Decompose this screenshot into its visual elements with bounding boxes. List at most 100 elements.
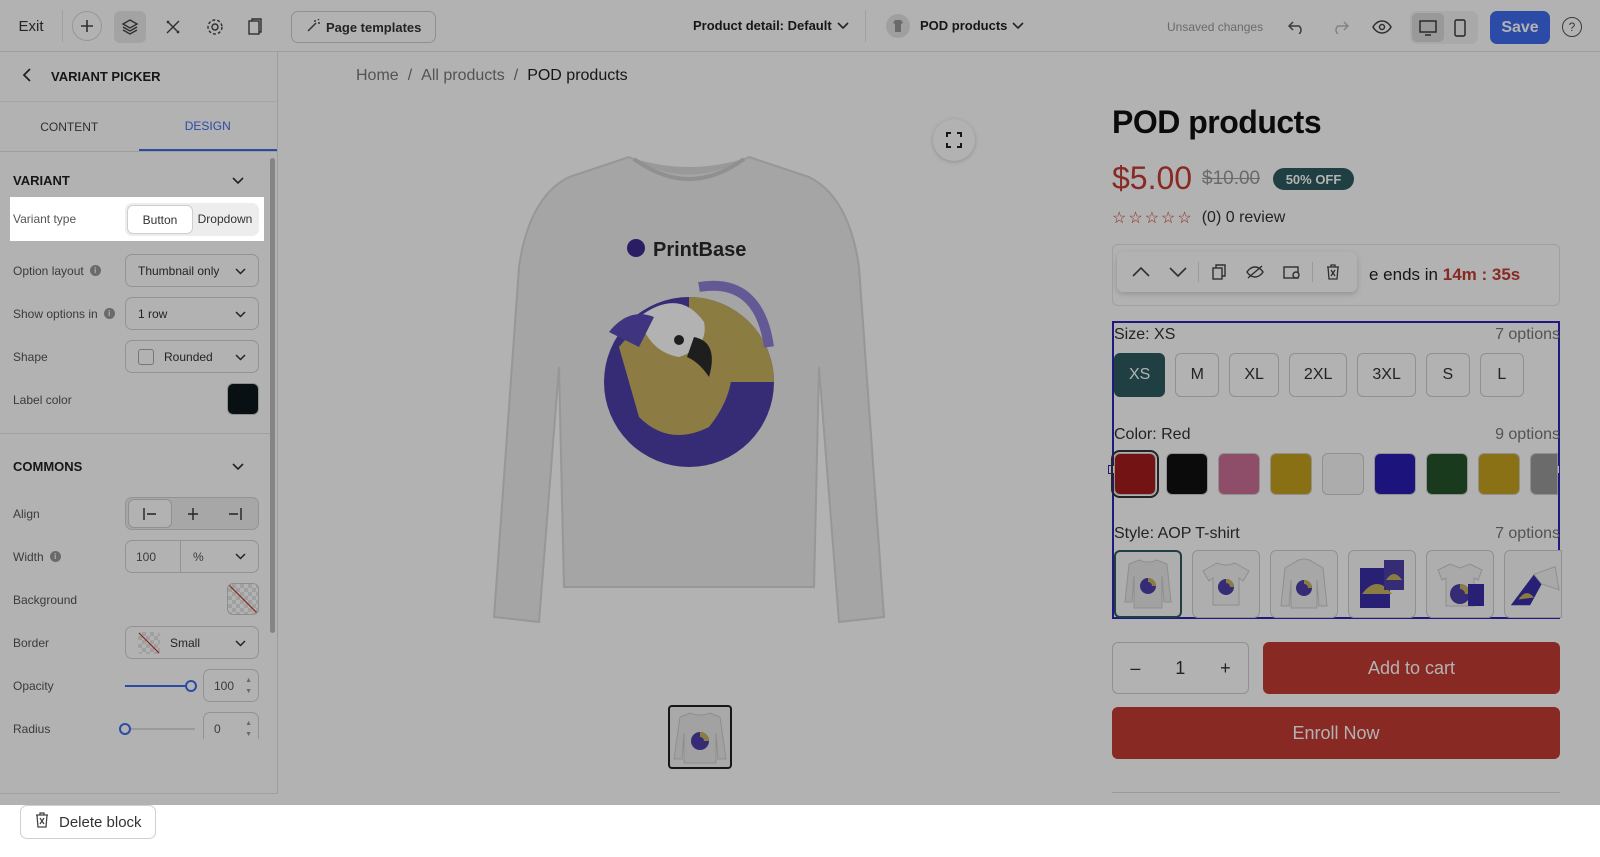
color-swatch[interactable]: [1270, 453, 1312, 495]
style-option-header: Style: AOP T-shirt 7 options: [1114, 525, 1560, 543]
enroll-now-button[interactable]: Enroll Now: [1112, 707, 1560, 759]
radius-input[interactable]: 0 ▲ ▼: [203, 712, 259, 739]
breadcrumb-all-products[interactable]: All products: [421, 67, 505, 85]
style-thumbnail[interactable]: [1504, 550, 1562, 618]
delete-icon[interactable]: [1317, 257, 1349, 287]
breadcrumb-home[interactable]: Home: [356, 67, 399, 85]
option-layout-select[interactable]: Thumbnail only: [125, 254, 259, 287]
size-option[interactable]: 2XL: [1288, 353, 1348, 397]
quantity-stepper[interactable]: – 1 +: [1112, 642, 1249, 694]
color-swatch[interactable]: [1374, 453, 1416, 495]
tab-design[interactable]: DESIGN: [138, 102, 277, 151]
show-options-select[interactable]: 1 row: [125, 297, 259, 330]
quantity-decrement-button[interactable]: –: [1130, 658, 1140, 679]
align-right-icon[interactable]: [214, 499, 256, 528]
background-color-swatch[interactable]: [227, 583, 259, 615]
page-preview-canvas: Home / All products / POD products Print…: [279, 52, 1600, 805]
stepper-arrows-icon[interactable]: ▲ ▼: [245, 675, 252, 697]
variant-type-button-option[interactable]: Button: [127, 205, 193, 234]
save-button[interactable]: Save: [1490, 11, 1550, 44]
opacity-slider-handle[interactable]: [185, 680, 197, 692]
style-thumbnail[interactable]: [1348, 550, 1416, 618]
color-swatch[interactable]: [1426, 453, 1468, 495]
style-thumbnail[interactable]: [1270, 550, 1338, 618]
style-thumbnail[interactable]: [1114, 550, 1182, 618]
quantity-value[interactable]: 1: [1175, 658, 1185, 679]
top-toolbar: Exit Page templates Product detail: Defa…: [0, 0, 1600, 52]
style-thumbnail[interactable]: [1426, 550, 1494, 618]
size-option[interactable]: L: [1479, 353, 1524, 397]
move-up-icon[interactable]: [1125, 257, 1157, 287]
product-thumbnail[interactable]: [668, 705, 732, 769]
layers-icon[interactable]: [114, 11, 146, 43]
pages-icon[interactable]: [239, 11, 271, 43]
align-left-icon[interactable]: [128, 499, 172, 528]
size-option[interactable]: XS: [1114, 353, 1166, 397]
opacity-input[interactable]: 100 ▲ ▼: [203, 669, 259, 702]
product-select-dropdown[interactable]: POD products: [920, 18, 1024, 33]
show-options-label: Show options in: [13, 306, 98, 321]
exit-button[interactable]: Exit: [10, 14, 52, 40]
style-thumbnail[interactable]: [1192, 550, 1260, 618]
color-swatch[interactable]: [1478, 453, 1520, 495]
radius-label: Radius: [13, 721, 51, 736]
radius-slider-track[interactable]: [125, 728, 195, 730]
size-option[interactable]: 3XL: [1357, 353, 1416, 397]
color-swatch[interactable]: [1530, 453, 1558, 495]
width-unit-select[interactable]: %: [181, 541, 258, 572]
color-swatch[interactable]: [1166, 453, 1208, 495]
size-option[interactable]: M: [1175, 353, 1220, 397]
preview-eye-icon[interactable]: [1368, 13, 1396, 41]
gear-icon[interactable]: [199, 11, 231, 43]
back-arrow-icon[interactable]: [22, 68, 31, 85]
hide-eye-icon[interactable]: [1239, 257, 1271, 287]
product-main-image[interactable]: PrintBase: [489, 147, 889, 687]
shape-select[interactable]: Rounded: [125, 340, 259, 373]
duplicate-icon[interactable]: [1203, 257, 1235, 287]
tools-icon[interactable]: [157, 11, 189, 43]
quantity-increment-button[interactable]: +: [1220, 658, 1231, 679]
page-select-dropdown[interactable]: Product detail: Default: [693, 18, 849, 33]
variant-type-dropdown-option[interactable]: Dropdown: [193, 205, 257, 234]
sidebar-footer: Delete block: [0, 793, 278, 857]
stepper-arrows-icon[interactable]: ▲ ▼: [245, 718, 252, 739]
page-templates-button[interactable]: Page templates: [291, 11, 436, 43]
commons-section-header[interactable]: COMMONS: [0, 440, 270, 492]
variant-picker-block[interactable]: Size: XS 7 options XS M XL 2XL 3XL S L C…: [1108, 321, 1562, 619]
redo-icon[interactable]: [1326, 13, 1354, 41]
width-value[interactable]: 100: [126, 541, 181, 572]
chevron-down-icon: [232, 173, 244, 188]
fullscreen-icon[interactable]: [933, 119, 975, 161]
color-swatch[interactable]: [1111, 450, 1159, 498]
size-option[interactable]: S: [1425, 353, 1470, 397]
color-swatch[interactable]: [1218, 453, 1260, 495]
align-center-icon[interactable]: [172, 499, 214, 528]
delete-block-button[interactable]: Delete block: [20, 805, 156, 839]
desktop-icon[interactable]: [1412, 13, 1444, 42]
move-down-icon[interactable]: [1161, 257, 1193, 287]
shape-row: Shape Rounded: [0, 335, 270, 378]
undo-icon[interactable]: [1283, 13, 1311, 41]
add-icon[interactable]: [72, 11, 102, 41]
sidebar-scrollbar[interactable]: [270, 158, 275, 633]
save-as-template-icon[interactable]: [1275, 257, 1307, 287]
label-color-swatch[interactable]: [227, 383, 259, 415]
option-layout-label: Option layout: [13, 263, 84, 278]
radius-slider-handle[interactable]: [119, 723, 131, 735]
magic-wand-icon: [306, 18, 320, 36]
align-row: Align: [0, 492, 270, 535]
variant-type-highlight: Variant type Button Dropdown: [10, 197, 264, 241]
border-select[interactable]: Small: [125, 626, 259, 659]
color-swatch[interactable]: [1322, 453, 1364, 495]
page-templates-label: Page templates: [326, 19, 422, 35]
add-to-cart-button[interactable]: Add to cart: [1263, 642, 1560, 694]
rating[interactable]: ☆ ☆ ☆ ☆ ☆ (0) 0 review: [1112, 208, 1285, 228]
option-layout-row: Option layout i Thumbnail only: [0, 249, 270, 292]
size-option[interactable]: XL: [1229, 353, 1279, 397]
tab-content[interactable]: CONTENT: [0, 102, 139, 151]
opacity-slider-track[interactable]: [125, 685, 191, 687]
mobile-icon[interactable]: [1444, 13, 1476, 42]
align-label: Align: [13, 506, 40, 521]
width-input[interactable]: 100 %: [125, 540, 259, 573]
help-icon[interactable]: ?: [1562, 17, 1582, 37]
